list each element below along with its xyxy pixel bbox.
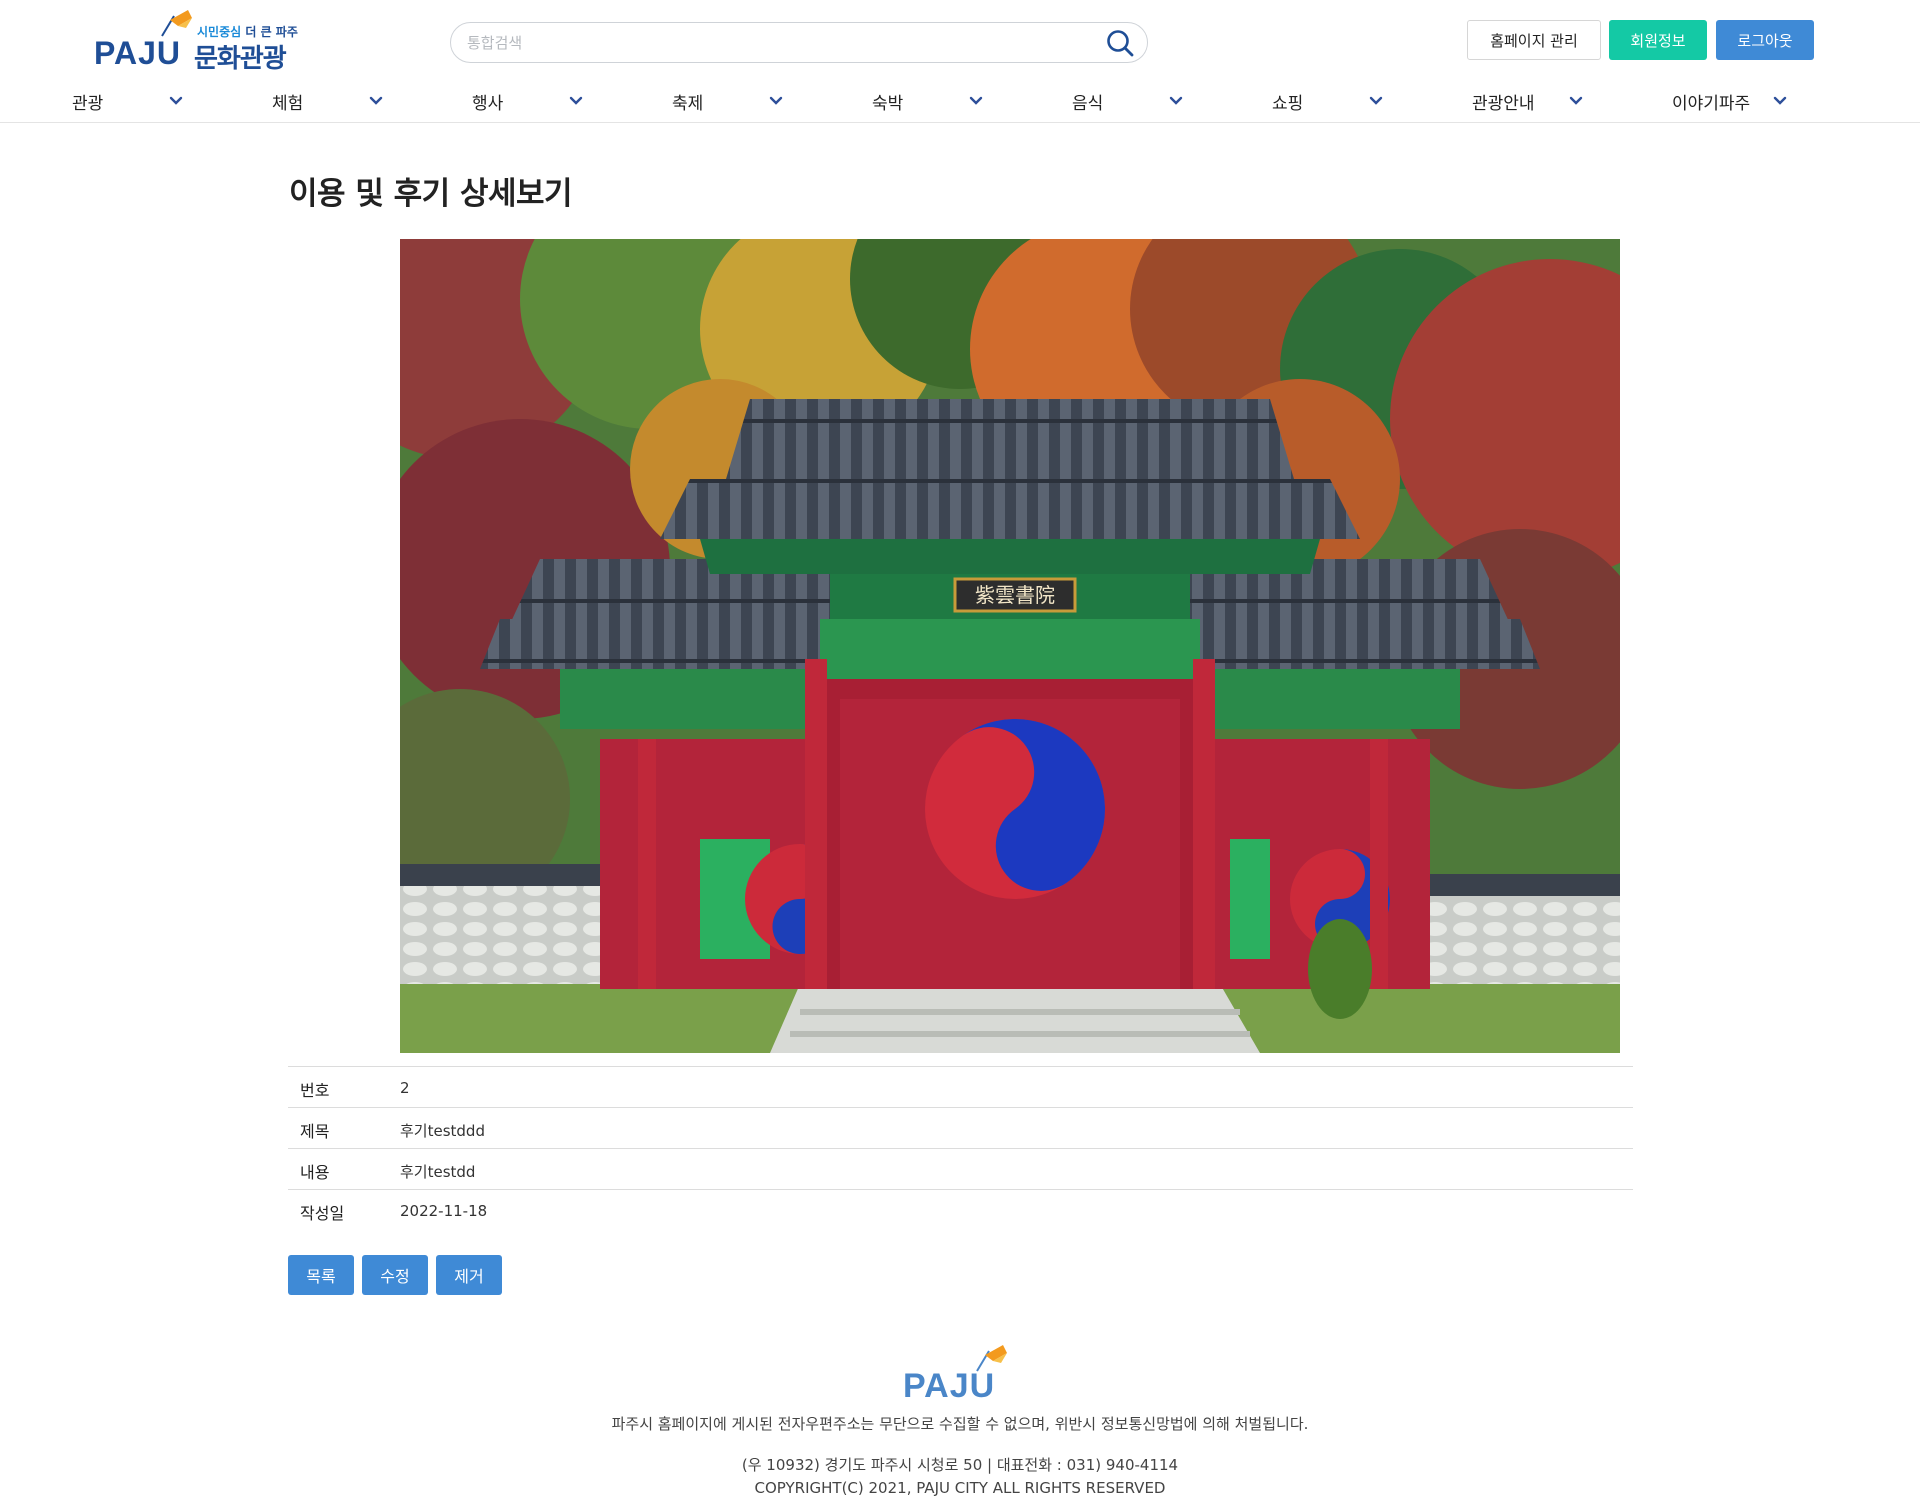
nav-item-label: 음식 bbox=[1072, 93, 1104, 114]
chevron-down-icon bbox=[169, 96, 183, 105]
nav-item-events[interactable]: 행사 bbox=[472, 86, 583, 116]
search-box bbox=[450, 22, 1148, 63]
footer-email-notice: 파주시 홈페이지에 게시된 전자우편주소는 무단으로 수집할 수 없으며, 위반… bbox=[611, 1415, 1309, 1433]
nav-item-label: 쇼핑 bbox=[1272, 93, 1304, 114]
detail-row-number: 번호 2 bbox=[288, 1067, 1633, 1108]
logo-brand: PAJU bbox=[94, 35, 181, 71]
detail-label: 제목 bbox=[300, 1122, 330, 1141]
chevron-down-icon bbox=[1773, 96, 1787, 105]
detail-label: 작성일 bbox=[300, 1204, 345, 1223]
nav-item-tourism[interactable]: 관광 bbox=[72, 86, 183, 116]
search-input[interactable] bbox=[467, 30, 1067, 56]
list-button[interactable]: 목록 bbox=[288, 1255, 354, 1295]
chevron-down-icon bbox=[369, 96, 383, 105]
kite-icon bbox=[161, 10, 192, 37]
chevron-down-icon bbox=[969, 96, 983, 105]
detail-value: 2 bbox=[400, 1079, 410, 1097]
chevron-down-icon bbox=[1369, 96, 1383, 105]
main-navigation: 관광 체험 행사 축제 숙박 음식 쇼핑 관광안내 이야기파주 bbox=[0, 86, 1920, 116]
nav-item-shopping[interactable]: 쇼핑 bbox=[1272, 86, 1383, 116]
logo-title: 문화관광 bbox=[194, 44, 287, 74]
nav-item-label: 축제 bbox=[672, 93, 704, 114]
nav-item-lodging[interactable]: 숙박 bbox=[872, 86, 983, 116]
detail-label: 번호 bbox=[300, 1081, 330, 1100]
chevron-down-icon bbox=[1569, 96, 1583, 105]
review-detail-table: 번호 2 제목 후기testddd 내용 후기testdd 작성일 2022-1… bbox=[288, 1066, 1633, 1231]
nav-item-label: 숙박 bbox=[872, 93, 904, 114]
detail-label: 내용 bbox=[300, 1163, 330, 1182]
delete-button[interactable]: 제거 bbox=[436, 1255, 502, 1295]
review-photo: 紫雲書院 bbox=[400, 239, 1620, 1053]
logout-button[interactable]: 로그아웃 bbox=[1716, 20, 1814, 60]
nav-item-label: 체험 bbox=[272, 93, 304, 114]
detail-row-date: 작성일 2022-11-18 bbox=[288, 1190, 1633, 1231]
detail-value: 후기testddd bbox=[400, 1122, 485, 1140]
nav-item-label: 관광안내 bbox=[1472, 93, 1535, 114]
edit-button[interactable]: 수정 bbox=[362, 1255, 428, 1295]
page-title: 이용 및 후기 상세보기 bbox=[289, 176, 573, 212]
member-info-button[interactable]: 회원정보 bbox=[1609, 20, 1707, 60]
footer-logo: PAJU bbox=[903, 1343, 1023, 1405]
detail-row-title: 제목 후기testddd bbox=[288, 1108, 1633, 1149]
detail-value: 2022-11-18 bbox=[400, 1202, 488, 1220]
nav-item-label: 행사 bbox=[472, 93, 504, 114]
chevron-down-icon bbox=[569, 96, 583, 105]
search-icon[interactable] bbox=[1105, 28, 1135, 58]
chevron-down-icon bbox=[769, 96, 783, 105]
nav-item-food[interactable]: 음식 bbox=[1072, 86, 1183, 116]
nav-item-label: 관광 bbox=[72, 93, 104, 114]
nav-item-festivals[interactable]: 축제 bbox=[672, 86, 783, 116]
nav-item-experience[interactable]: 체험 bbox=[272, 86, 383, 116]
nav-item-tour-info[interactable]: 관광안내 bbox=[1472, 86, 1583, 116]
chevron-down-icon bbox=[1169, 96, 1183, 105]
homepage-admin-button[interactable]: 홈페이지 관리 bbox=[1467, 20, 1601, 60]
site-header: PAJU 시민중심 더 큰 파주 문화관광 홈페이지 관리 회원정보 로그아웃 … bbox=[0, 0, 1920, 123]
site-logo[interactable]: PAJU 시민중심 더 큰 파주 문화관광 bbox=[92, 8, 302, 74]
detail-value: 후기testdd bbox=[400, 1163, 476, 1181]
nav-item-label: 이야기파주 bbox=[1672, 93, 1751, 114]
gate-plaque: 紫雲書院 bbox=[975, 583, 1055, 607]
kite-icon bbox=[976, 1345, 1007, 1372]
gate-illustration: 紫雲書院 bbox=[400, 239, 1620, 1053]
nav-item-paju-stories[interactable]: 이야기파주 bbox=[1672, 86, 1787, 116]
detail-row-content: 내용 후기testdd bbox=[288, 1149, 1633, 1190]
footer-address: (우 10932) 경기도 파주시 시청로 50 | 대표전화 : 031) 9… bbox=[741, 1456, 1179, 1474]
footer-copyright: COPYRIGHT(C) 2021, PAJU CITY ALL RIGHTS … bbox=[754, 1479, 1166, 1497]
